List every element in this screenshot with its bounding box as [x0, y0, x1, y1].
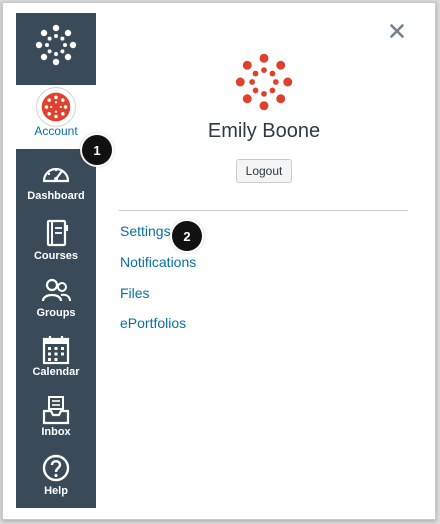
calendar-icon: [42, 336, 70, 365]
canvas-logo-icon: [35, 24, 77, 66]
dashboard-icon: [42, 167, 70, 183]
nav-item-calendar[interactable]: Calendar: [16, 335, 96, 393]
nav-item-inbox[interactable]: Inbox: [16, 395, 96, 453]
nav-label-dashboard: Dashboard: [27, 190, 85, 202]
eportfolios-link[interactable]: ePortfolios: [120, 315, 186, 331]
nav-label-calendar: Calendar: [32, 366, 80, 378]
nav-label-help: Help: [44, 485, 68, 497]
files-link[interactable]: Files: [120, 285, 150, 301]
inbox-icon: [42, 396, 70, 425]
nav-label-account: Account: [34, 124, 78, 138]
help-icon: [42, 454, 70, 482]
nav-label-inbox: Inbox: [41, 426, 71, 438]
nav-label-courses: Courses: [33, 250, 79, 262]
canvas-avatar-icon: [235, 53, 293, 111]
settings-link[interactable]: Settings: [120, 223, 171, 239]
canvas-logo[interactable]: [16, 13, 96, 77]
nav-item-account[interactable]: [16, 85, 96, 149]
global-nav: Dashboard Courses Groups Calendar Inbox …: [16, 13, 96, 508]
nav-item-groups[interactable]: Groups: [16, 276, 96, 334]
courses-icon: [46, 219, 68, 247]
profile-avatar: [235, 53, 293, 111]
nav-item-courses[interactable]: Courses: [16, 219, 96, 277]
groups-icon: [41, 278, 71, 302]
close-icon: [390, 24, 404, 38]
nav-label-groups: Groups: [36, 307, 76, 319]
canvas-avatar-icon: [41, 92, 71, 122]
user-name: Emily Boone: [207, 120, 321, 142]
callout-badge-2: 2: [172, 221, 202, 251]
logout-button[interactable]: Logout: [236, 159, 292, 183]
divider: [119, 210, 408, 211]
callout-badge-1: 1: [82, 135, 112, 165]
notifications-link[interactable]: Notifications: [120, 254, 196, 270]
nav-item-dashboard[interactable]: Dashboard: [16, 159, 96, 217]
account-avatar: [36, 87, 76, 127]
close-button[interactable]: [386, 20, 408, 42]
nav-item-help[interactable]: Help: [16, 454, 96, 512]
